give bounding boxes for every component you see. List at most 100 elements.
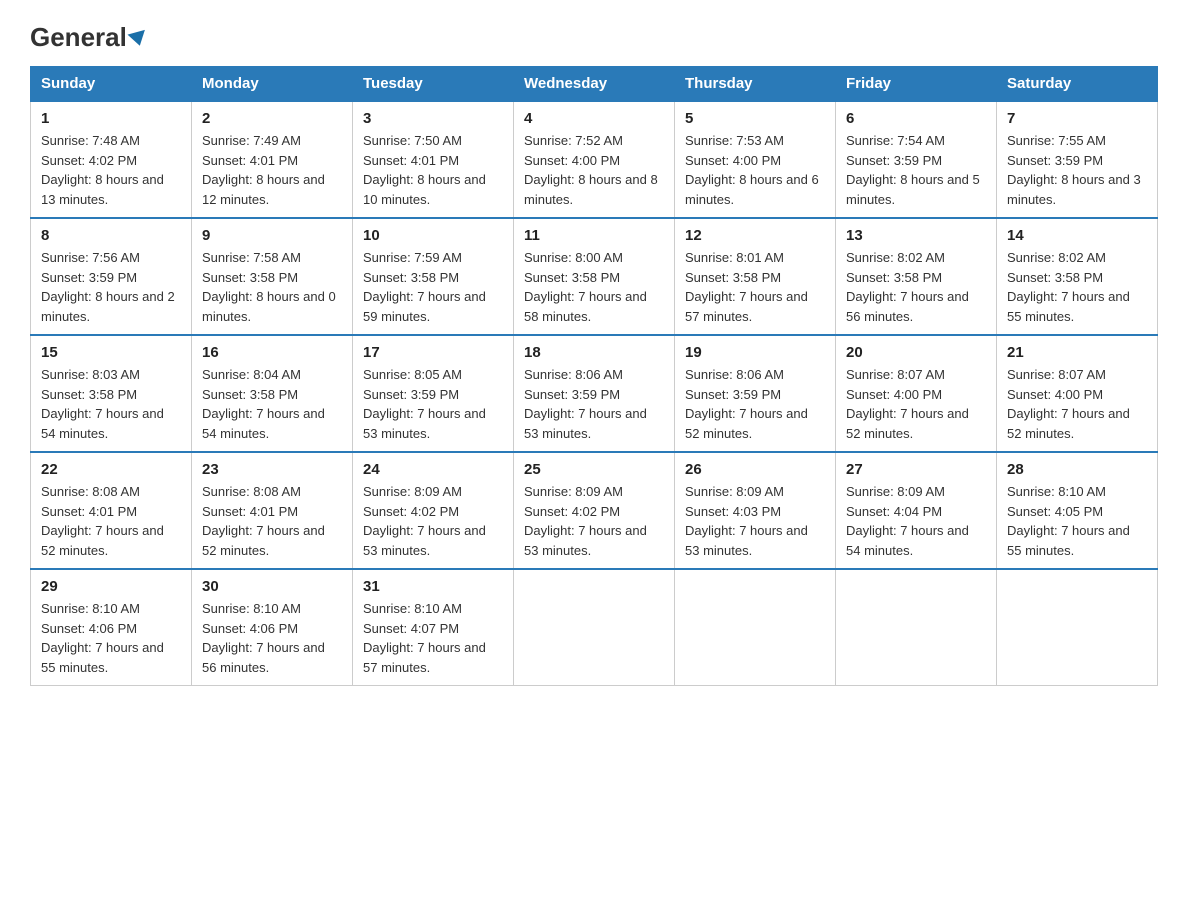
week-row-1: 1 Sunrise: 7:48 AMSunset: 4:02 PMDaylight… xyxy=(31,101,1158,218)
day-cell: 7 Sunrise: 7:55 AMSunset: 3:59 PMDaylight… xyxy=(997,101,1158,218)
day-cell: 25Sunrise: 8:09 AMSunset: 4:02 PMDayligh… xyxy=(514,452,675,569)
day-number: 27 xyxy=(846,461,986,478)
day-number: 14 xyxy=(1007,227,1147,244)
day-info: Sunrise: 8:04 AMSunset: 3:58 PMDaylight:… xyxy=(202,365,342,443)
day-cell: 21 Sunrise: 8:07 AMSunset: 4:00 PMDayligh… xyxy=(997,335,1158,452)
day-number: 20 xyxy=(846,344,986,361)
day-cell: 5 Sunrise: 7:53 AMSunset: 4:00 PMDaylight… xyxy=(675,101,836,218)
week-row-4: 22 Sunrise: 8:08 AMSunset: 4:01 PMDayligh… xyxy=(31,452,1158,569)
day-number: 4 xyxy=(524,110,664,127)
day-info: Sunrise: 7:54 AMSunset: 3:59 PMDaylight:… xyxy=(846,131,986,209)
day-number: 18 xyxy=(524,344,664,361)
day-info: Sunrise: 7:52 AMSunset: 4:00 PMDaylight:… xyxy=(524,131,664,209)
day-number: 3 xyxy=(363,110,503,127)
day-info: Sunrise: 8:10 AMSunset: 4:06 PMDaylight:… xyxy=(41,599,181,677)
calendar-table: SundayMondayTuesdayWednesdayThursdayFrid… xyxy=(30,66,1158,686)
day-number: 25 xyxy=(524,461,664,478)
day-number: 21 xyxy=(1007,344,1147,361)
day-info: Sunrise: 8:08 AMSunset: 4:01 PMDaylight:… xyxy=(202,482,342,560)
day-cell: 16Sunrise: 8:04 AMSunset: 3:58 PMDayligh… xyxy=(192,335,353,452)
week-row-2: 8 Sunrise: 7:56 AMSunset: 3:59 PMDaylight… xyxy=(31,218,1158,335)
column-header-wednesday: Wednesday xyxy=(514,67,675,102)
day-number: 29 xyxy=(41,578,181,595)
day-info: Sunrise: 8:06 AMSunset: 3:59 PMDaylight:… xyxy=(524,365,664,443)
day-info: Sunrise: 7:56 AMSunset: 3:59 PMDaylight:… xyxy=(41,248,181,326)
logo-triangle-icon xyxy=(127,30,148,48)
day-cell: 2 Sunrise: 7:49 AMSunset: 4:01 PMDaylight… xyxy=(192,101,353,218)
column-header-sunday: Sunday xyxy=(31,67,192,102)
column-header-friday: Friday xyxy=(836,67,997,102)
day-cell: 23 Sunrise: 8:08 AMSunset: 4:01 PMDayligh… xyxy=(192,452,353,569)
day-number: 7 xyxy=(1007,110,1147,127)
day-info: Sunrise: 7:48 AMSunset: 4:02 PMDaylight:… xyxy=(41,131,181,209)
day-cell: 11Sunrise: 8:00 AMSunset: 3:58 PMDayligh… xyxy=(514,218,675,335)
day-cell: 4 Sunrise: 7:52 AMSunset: 4:00 PMDaylight… xyxy=(514,101,675,218)
day-number: 8 xyxy=(41,227,181,244)
day-cell: 1 Sunrise: 7:48 AMSunset: 4:02 PMDaylight… xyxy=(31,101,192,218)
column-header-monday: Monday xyxy=(192,67,353,102)
week-row-3: 15 Sunrise: 8:03 AMSunset: 3:58 PMDayligh… xyxy=(31,335,1158,452)
day-cell: 18 Sunrise: 8:06 AMSunset: 3:59 PMDayligh… xyxy=(514,335,675,452)
day-cell: 17 Sunrise: 8:05 AMSunset: 3:59 PMDayligh… xyxy=(353,335,514,452)
day-number: 6 xyxy=(846,110,986,127)
day-info: Sunrise: 8:01 AMSunset: 3:58 PMDaylight:… xyxy=(685,248,825,326)
day-cell: 20 Sunrise: 8:07 AMSunset: 4:00 PMDayligh… xyxy=(836,335,997,452)
day-number: 2 xyxy=(202,110,342,127)
day-info: Sunrise: 8:10 AMSunset: 4:05 PMDaylight:… xyxy=(1007,482,1147,560)
day-info: Sunrise: 8:09 AMSunset: 4:03 PMDaylight:… xyxy=(685,482,825,560)
day-cell: 31 Sunrise: 8:10 AMSunset: 4:07 PMDayligh… xyxy=(353,569,514,686)
day-info: Sunrise: 7:59 AMSunset: 3:58 PMDaylight:… xyxy=(363,248,503,326)
day-number: 31 xyxy=(363,578,503,595)
day-number: 1 xyxy=(41,110,181,127)
day-cell: 19Sunrise: 8:06 AMSunset: 3:59 PMDayligh… xyxy=(675,335,836,452)
day-number: 23 xyxy=(202,461,342,478)
day-cell: 28 Sunrise: 8:10 AMSunset: 4:05 PMDayligh… xyxy=(997,452,1158,569)
day-info: Sunrise: 8:03 AMSunset: 3:58 PMDaylight:… xyxy=(41,365,181,443)
column-header-thursday: Thursday xyxy=(675,67,836,102)
day-cell: 9 Sunrise: 7:58 AMSunset: 3:58 PMDaylight… xyxy=(192,218,353,335)
day-number: 10 xyxy=(363,227,503,244)
day-info: Sunrise: 7:58 AMSunset: 3:58 PMDaylight:… xyxy=(202,248,342,326)
day-number: 15 xyxy=(41,344,181,361)
day-info: Sunrise: 8:07 AMSunset: 4:00 PMDaylight:… xyxy=(1007,365,1147,443)
day-number: 22 xyxy=(41,461,181,478)
day-cell: 14Sunrise: 8:02 AMSunset: 3:58 PMDayligh… xyxy=(997,218,1158,335)
day-info: Sunrise: 8:07 AMSunset: 4:00 PMDaylight:… xyxy=(846,365,986,443)
day-info: Sunrise: 7:53 AMSunset: 4:00 PMDaylight:… xyxy=(685,131,825,209)
day-cell: 26Sunrise: 8:09 AMSunset: 4:03 PMDayligh… xyxy=(675,452,836,569)
day-number: 28 xyxy=(1007,461,1147,478)
day-info: Sunrise: 8:05 AMSunset: 3:59 PMDaylight:… xyxy=(363,365,503,443)
day-cell: 10 Sunrise: 7:59 AMSunset: 3:58 PMDayligh… xyxy=(353,218,514,335)
day-info: Sunrise: 8:02 AMSunset: 3:58 PMDaylight:… xyxy=(846,248,986,326)
day-info: Sunrise: 8:10 AMSunset: 4:07 PMDaylight:… xyxy=(363,599,503,677)
day-cell: 13Sunrise: 8:02 AMSunset: 3:58 PMDayligh… xyxy=(836,218,997,335)
day-number: 5 xyxy=(685,110,825,127)
day-info: Sunrise: 8:09 AMSunset: 4:04 PMDaylight:… xyxy=(846,482,986,560)
week-row-5: 29 Sunrise: 8:10 AMSunset: 4:06 PMDayligh… xyxy=(31,569,1158,686)
day-info: Sunrise: 7:49 AMSunset: 4:01 PMDaylight:… xyxy=(202,131,342,209)
logo-line1: General xyxy=(30,24,147,50)
day-info: Sunrise: 8:10 AMSunset: 4:06 PMDaylight:… xyxy=(202,599,342,677)
column-header-saturday: Saturday xyxy=(997,67,1158,102)
day-info: Sunrise: 8:09 AMSunset: 4:02 PMDaylight:… xyxy=(363,482,503,560)
day-cell: 29 Sunrise: 8:10 AMSunset: 4:06 PMDayligh… xyxy=(31,569,192,686)
day-cell: 24Sunrise: 8:09 AMSunset: 4:02 PMDayligh… xyxy=(353,452,514,569)
day-cell xyxy=(997,569,1158,686)
logo: General xyxy=(30,24,147,50)
column-header-tuesday: Tuesday xyxy=(353,67,514,102)
day-number: 19 xyxy=(685,344,825,361)
day-cell: 15 Sunrise: 8:03 AMSunset: 3:58 PMDayligh… xyxy=(31,335,192,452)
calendar-header-row: SundayMondayTuesdayWednesdayThursdayFrid… xyxy=(31,67,1158,102)
day-info: Sunrise: 8:00 AMSunset: 3:58 PMDaylight:… xyxy=(524,248,664,326)
header: General xyxy=(30,24,1158,50)
day-number: 12 xyxy=(685,227,825,244)
day-info: Sunrise: 7:55 AMSunset: 3:59 PMDaylight:… xyxy=(1007,131,1147,209)
day-cell xyxy=(514,569,675,686)
day-number: 17 xyxy=(363,344,503,361)
day-number: 9 xyxy=(202,227,342,244)
day-cell: 8 Sunrise: 7:56 AMSunset: 3:59 PMDaylight… xyxy=(31,218,192,335)
day-info: Sunrise: 8:08 AMSunset: 4:01 PMDaylight:… xyxy=(41,482,181,560)
day-cell xyxy=(675,569,836,686)
day-number: 30 xyxy=(202,578,342,595)
day-cell xyxy=(836,569,997,686)
